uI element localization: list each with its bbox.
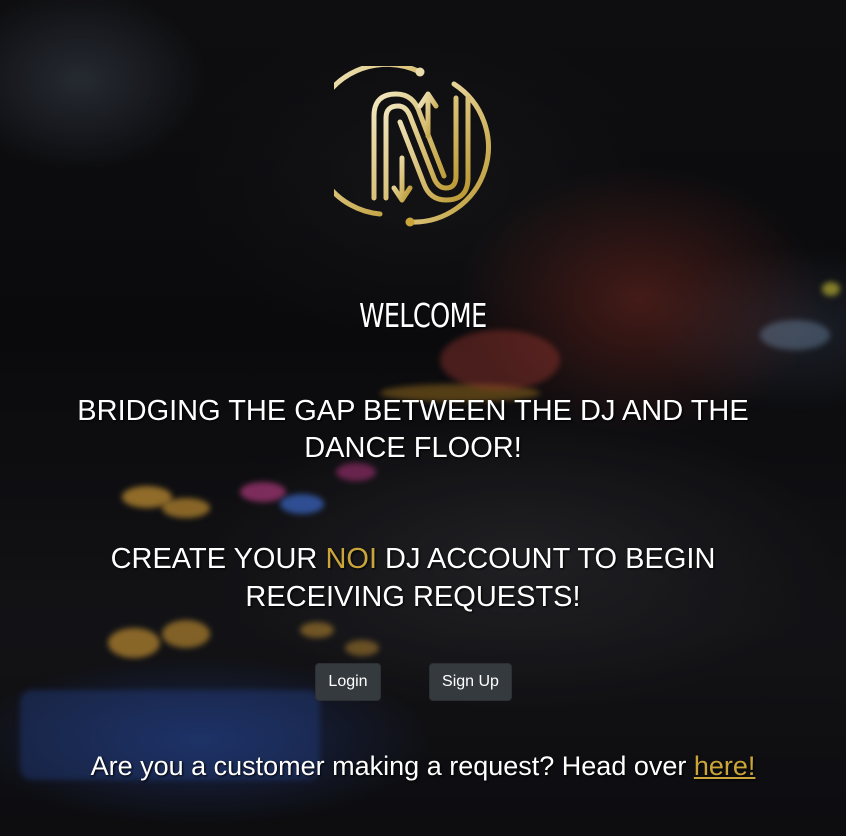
tagline-heading: BRIDGING THE GAP BETWEEN THE DJ AND THE … <box>77 395 749 464</box>
customer-prompt: Are you a customer making a request? Hea… <box>0 750 846 782</box>
create-prefix-text: CREATE YOUR <box>110 543 326 575</box>
login-button[interactable]: Login <box>315 663 381 701</box>
brand-name-text: NOI <box>325 543 377 575</box>
welcome-heading: WELCOME <box>359 296 487 335</box>
landing-page: WELCOME BRIDGING THE GAP BETWEEN THE DJ … <box>0 0 846 836</box>
customer-prompt-text: Are you a customer making a request? Hea… <box>90 751 694 781</box>
customer-here-link[interactable]: here! <box>694 751 756 781</box>
sign-up-button[interactable]: Sign Up <box>429 663 512 701</box>
create-account-heading: CREATE YOUR NOI DJ ACCOUNT TO BEGIN RECE… <box>30 540 796 616</box>
noi-logo-icon <box>334 66 491 227</box>
